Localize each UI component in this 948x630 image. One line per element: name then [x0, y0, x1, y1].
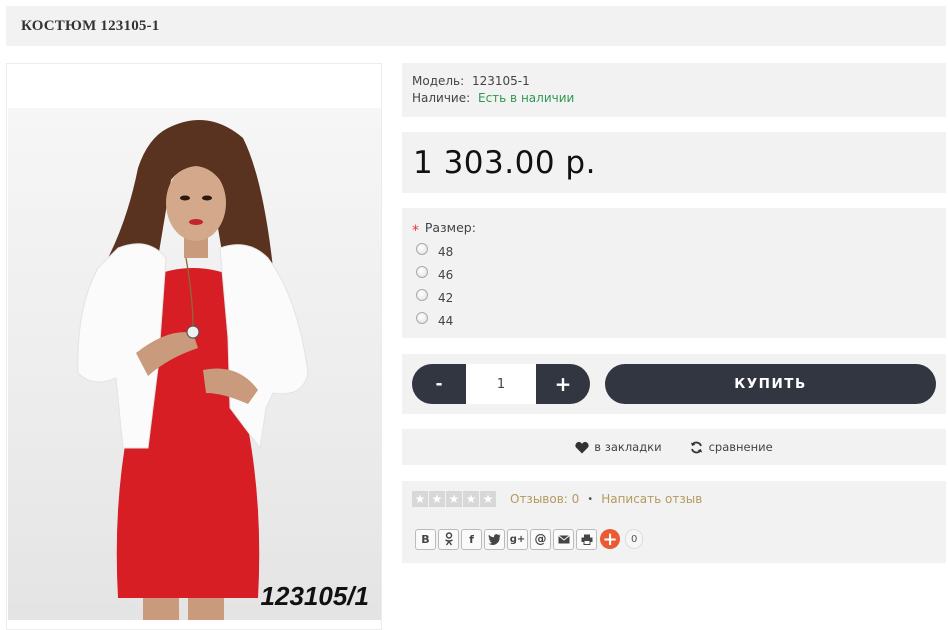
size-option-label: 44	[438, 313, 454, 328]
model-illustration	[77, 120, 309, 620]
reviews-panel: ★ ★ ★ ★ ★ Отзывов: 0 • Написать отзыв В …	[402, 481, 946, 563]
quantity-stepper: - +	[412, 364, 590, 404]
heart-icon	[575, 440, 589, 454]
wishlist-label: в закладки	[594, 440, 662, 454]
star-icon: ★	[412, 491, 428, 507]
share-count: 0	[625, 529, 644, 549]
photo-caption: 123105/1	[260, 581, 369, 611]
size-option-label: 48	[438, 244, 454, 259]
required-mark: *	[412, 223, 419, 239]
options-panel: * Размер: 48 46 42 44	[402, 208, 946, 338]
rating-stars: ★ ★ ★ ★ ★	[412, 491, 497, 507]
googleplus-share-icon[interactable]: g+	[507, 528, 528, 550]
size-radio[interactable]	[416, 311, 428, 324]
separator-dot: •	[587, 493, 594, 505]
size-radio[interactable]	[416, 265, 428, 278]
stock-row: Наличие: Есть в наличии	[412, 90, 936, 107]
star-icon: ★	[480, 491, 496, 507]
size-option-42[interactable]: 42	[416, 285, 936, 308]
size-radio[interactable]	[416, 288, 428, 301]
refresh-icon	[690, 440, 704, 454]
actions-panel: в закладки сравнение	[402, 429, 946, 465]
print-share-icon[interactable]	[576, 528, 597, 550]
facebook-share-icon[interactable]: f	[461, 528, 482, 550]
title-bar: КОСТЮМ 123105-1	[6, 6, 946, 46]
write-review-link[interactable]: Написать отзыв	[601, 492, 702, 506]
stock-status: Есть в наличии	[478, 91, 575, 105]
odnoklassniki-share-icon[interactable]	[438, 528, 459, 550]
product-photo[interactable]: 123105/1	[8, 108, 381, 620]
at-share-icon[interactable]: @	[530, 528, 551, 550]
reviews-link[interactable]: Отзывов: 0	[510, 492, 579, 506]
wishlist-button[interactable]: в закладки	[575, 440, 662, 454]
size-label: Размер:	[424, 220, 476, 235]
share-buttons: В f g+ @ + 0	[415, 528, 936, 550]
quantity-input[interactable]	[466, 364, 536, 404]
product-image-box[interactable]: 123105/1	[6, 63, 382, 630]
buy-panel: - + КУПИТЬ	[402, 354, 946, 414]
mail-share-icon[interactable]	[553, 528, 574, 550]
compare-button[interactable]: сравнение	[690, 440, 773, 454]
quantity-decrease-button[interactable]: -	[412, 364, 466, 404]
size-option-46[interactable]: 46	[416, 262, 936, 285]
size-option-44[interactable]: 44	[416, 308, 936, 331]
star-icon: ★	[446, 491, 462, 507]
compare-label: сравнение	[708, 440, 773, 454]
model-value: 123105-1	[472, 74, 530, 88]
rating-row: ★ ★ ★ ★ ★ Отзывов: 0 • Написать отзыв	[412, 491, 936, 507]
size-option-label: 46	[438, 267, 454, 282]
vk-share-icon[interactable]: В	[415, 528, 436, 550]
model-label: Модель:	[412, 74, 465, 88]
star-icon: ★	[463, 491, 479, 507]
buy-button[interactable]: КУПИТЬ	[605, 364, 936, 404]
share-more-icon[interactable]: +	[600, 529, 620, 550]
size-radio[interactable]	[416, 242, 428, 255]
star-icon: ★	[429, 491, 445, 507]
stock-label: Наличие:	[412, 91, 471, 105]
price-value: 1 303.00 р.	[413, 145, 596, 181]
size-option-label: 42	[438, 290, 454, 305]
size-label-row: * Размер:	[412, 220, 936, 239]
twitter-share-icon[interactable]	[484, 528, 505, 550]
page-title: КОСТЮМ 123105-1	[21, 17, 160, 34]
product-info-panel: Модель: 123105-1 Наличие: Есть в наличии	[402, 63, 946, 117]
quantity-increase-button[interactable]: +	[536, 364, 590, 404]
model-row: Модель: 123105-1	[412, 73, 936, 90]
size-option-48[interactable]: 48	[416, 239, 936, 262]
price-panel: 1 303.00 р.	[402, 132, 946, 193]
